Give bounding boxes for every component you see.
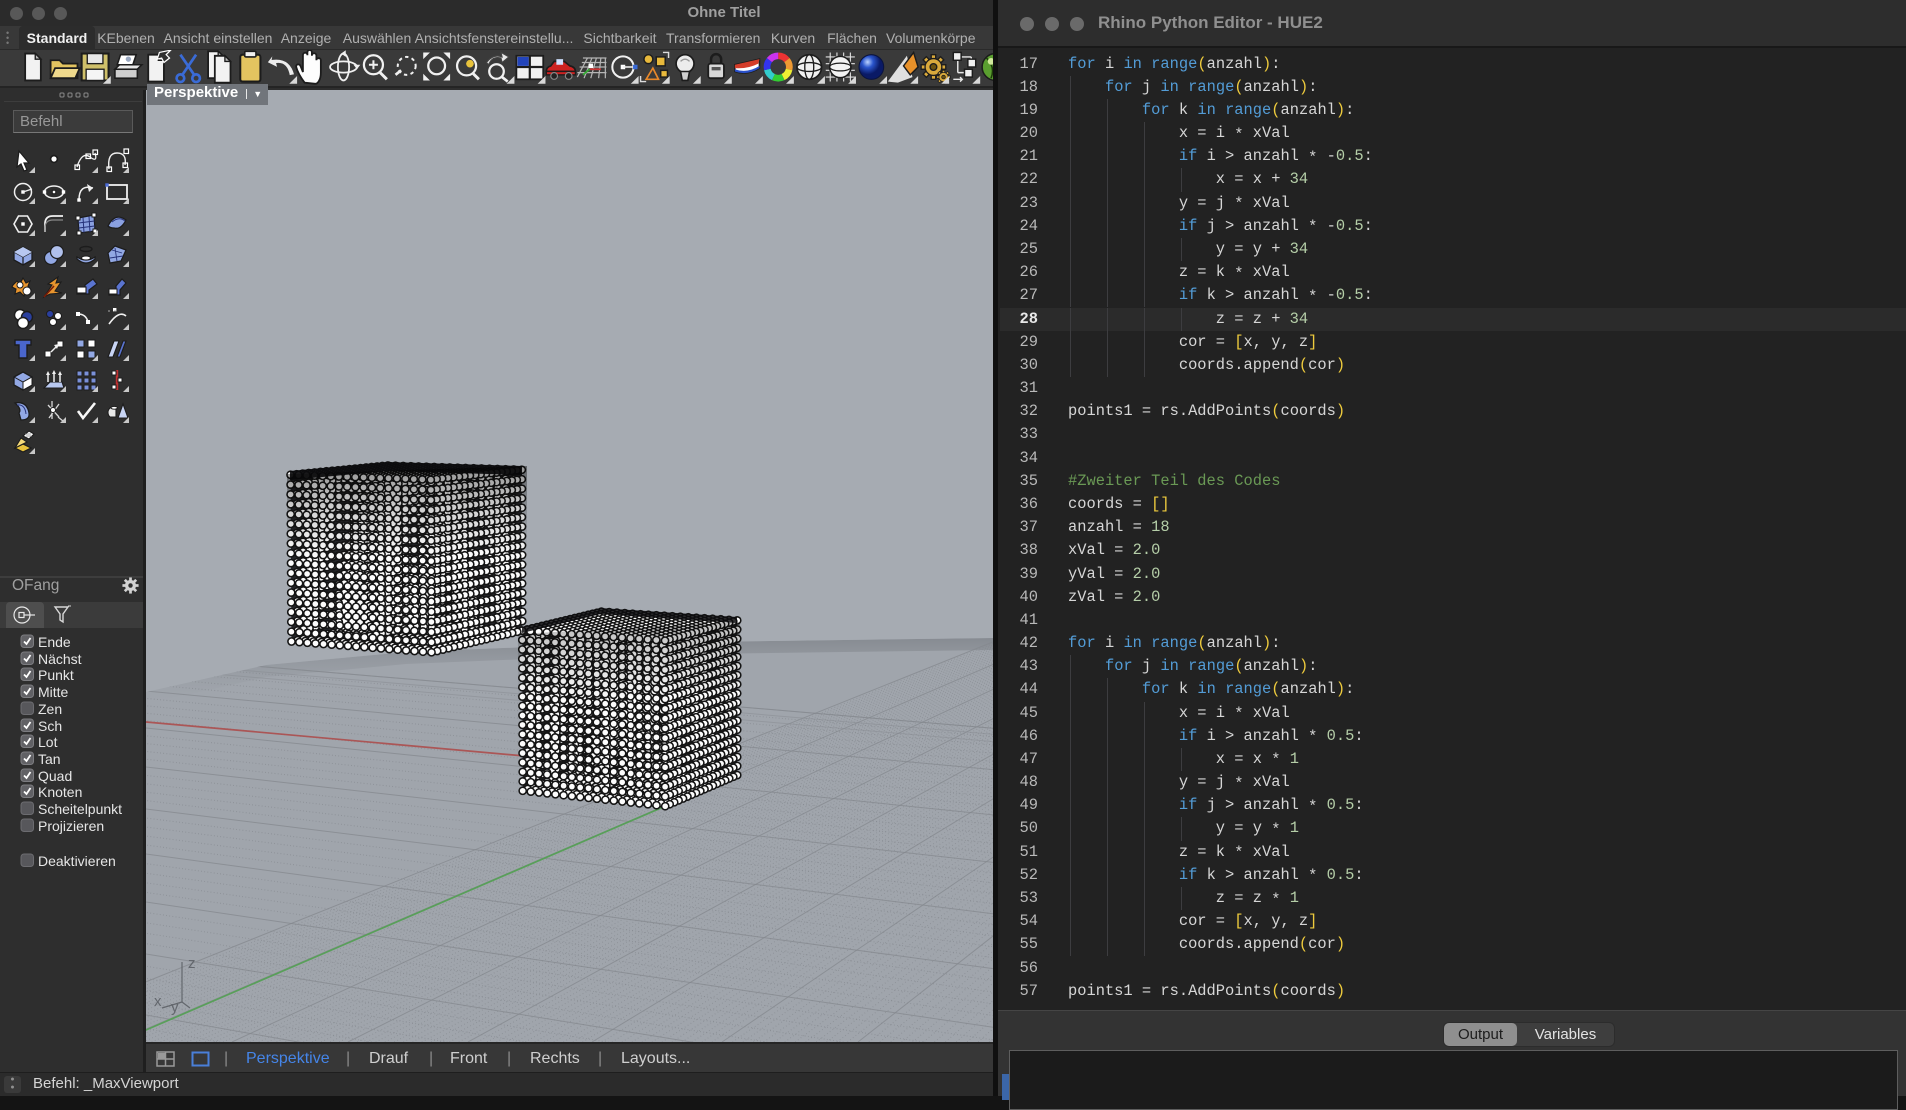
svg-text:z: z xyxy=(188,955,196,972)
svg-text:y: y xyxy=(171,999,179,1016)
svg-text:x: x xyxy=(154,993,162,1010)
